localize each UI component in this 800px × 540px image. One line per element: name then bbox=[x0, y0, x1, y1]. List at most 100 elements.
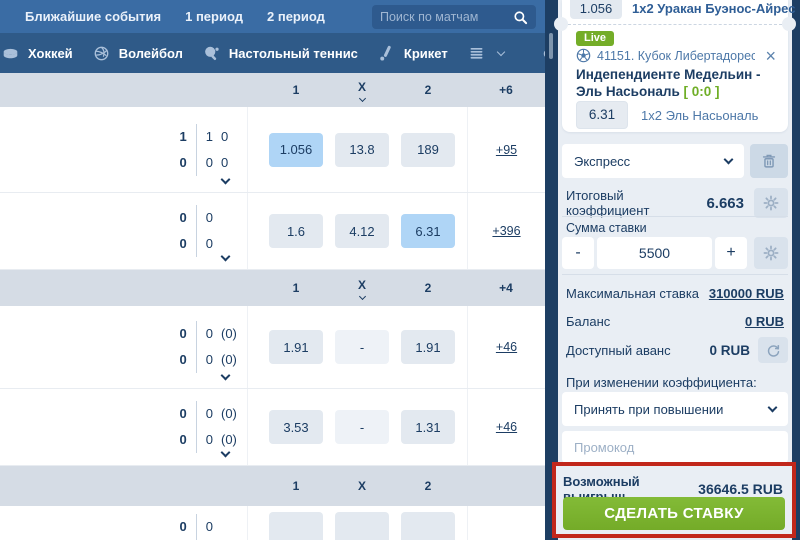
chevron-down-icon bbox=[358, 292, 365, 299]
odds-button-x[interactable]: - bbox=[335, 410, 389, 444]
ticket-perforation bbox=[568, 24, 782, 25]
col-more-header: +6 bbox=[467, 83, 545, 97]
odds-button-1[interactable]: 1.056 bbox=[269, 133, 323, 167]
odds-header-row: 1 X 2 +4 bbox=[0, 270, 545, 306]
more-sports-menu[interactable] bbox=[468, 45, 504, 62]
advance-label: Доступный аванс bbox=[566, 343, 701, 358]
odds-button-2[interactable]: 1.31 bbox=[401, 410, 455, 444]
col-more-header: +4 bbox=[467, 281, 545, 295]
tab-upcoming-events[interactable]: Ближайшие события bbox=[25, 9, 161, 24]
sport-label: Волейбол bbox=[119, 46, 183, 61]
search-input[interactable] bbox=[380, 10, 513, 24]
ticket-notch bbox=[782, 17, 796, 31]
selection-odds: 6.31 bbox=[576, 101, 628, 129]
divider bbox=[562, 216, 788, 217]
col-x-header[interactable]: X bbox=[329, 80, 395, 101]
max-stake-label: Максимальная ставка bbox=[566, 286, 709, 301]
stake-increase-button[interactable]: + bbox=[715, 237, 747, 269]
volleyball-icon bbox=[93, 45, 110, 62]
event-teams: Индепендиенте Медельин - Эль Насьональ [… bbox=[576, 66, 776, 100]
sport-label: Крикет bbox=[404, 46, 448, 61]
sport-volleyball[interactable]: Волейбол bbox=[93, 45, 183, 62]
expand-row-icon[interactable] bbox=[221, 175, 231, 185]
events-scrollbar[interactable] bbox=[549, 33, 553, 59]
col-x-header: X bbox=[329, 479, 395, 493]
search-icon bbox=[513, 10, 528, 25]
score-block: 00 00 bbox=[0, 193, 248, 269]
stake-input[interactable] bbox=[597, 237, 712, 269]
odds-button-1[interactable]: 3.53 bbox=[269, 410, 323, 444]
gear-icon bbox=[763, 195, 779, 211]
close-icon[interactable]: × bbox=[761, 49, 780, 63]
hockey-icon bbox=[2, 45, 19, 62]
betslip-panel: 1.056 1x2 Уракан Буэнос-Айрес Live 41151… bbox=[558, 0, 792, 540]
selection-label: 1x2 Эль Насьональ bbox=[641, 108, 758, 123]
score-block: 00(0) 00(0) bbox=[0, 389, 248, 465]
balance-label: Баланс bbox=[566, 314, 745, 329]
clear-betslip-button[interactable] bbox=[750, 144, 788, 178]
total-coefficient-label: Итоговый коэффициент bbox=[566, 188, 706, 218]
sport-label: Хоккей bbox=[28, 46, 73, 61]
sport-table-tennis[interactable]: Настольный теннис bbox=[203, 45, 358, 62]
odds-button-x[interactable]: - bbox=[335, 330, 389, 364]
odds-button-2[interactable]: 189 bbox=[401, 133, 455, 167]
coef-change-select[interactable]: Принять при повышении bbox=[562, 392, 788, 426]
refresh-icon bbox=[766, 343, 781, 358]
odds-button-1[interactable]: 1.6 bbox=[269, 214, 323, 248]
more-markets-link[interactable]: +46 bbox=[496, 420, 517, 434]
betslip-card: 1.056 1x2 Уракан Буэнос-Айрес Live 41151… bbox=[562, 0, 788, 132]
chevron-down-icon bbox=[724, 155, 734, 165]
more-markets-link[interactable]: +396 bbox=[492, 224, 520, 238]
event-row: 110 000 1.056 13.8 189 +95 bbox=[0, 107, 545, 193]
match-search[interactable] bbox=[372, 5, 536, 29]
odds-button-2[interactable]: 1.91 bbox=[401, 330, 455, 364]
odds-header-row: 1 X 2 +6 bbox=[0, 73, 545, 107]
soccer-ball-icon bbox=[576, 48, 591, 63]
place-bet-button[interactable]: СДЕЛАТЬ СТАВКУ bbox=[563, 497, 785, 530]
cricket-icon bbox=[378, 45, 395, 62]
max-stake-link[interactable]: 310000 RUB bbox=[709, 286, 784, 301]
odds-button-x[interactable]: 4.12 bbox=[335, 214, 389, 248]
previous-bet-odds: 1.056 bbox=[570, 0, 622, 19]
odds-button-x[interactable] bbox=[335, 512, 389, 540]
divider bbox=[562, 274, 788, 275]
odds-button-2[interactable] bbox=[401, 512, 455, 540]
table-tennis-icon bbox=[203, 45, 220, 62]
stake-settings-button[interactable] bbox=[754, 237, 788, 269]
promo-code-input[interactable] bbox=[562, 431, 788, 463]
ticket-notch bbox=[554, 17, 568, 31]
col-2-header: 2 bbox=[395, 281, 461, 295]
balance-row: Баланс 0 RUB bbox=[566, 314, 784, 329]
possible-win-highlight: Возможный выигрыш 36646.5 RUB СДЕЛАТЬ СТ… bbox=[552, 462, 796, 538]
refresh-advance-button[interactable] bbox=[758, 337, 788, 363]
stake-decrease-button[interactable]: - bbox=[562, 237, 594, 269]
sports-nav-bar: Хоккей Волейбол Настольный теннис Крикет bbox=[0, 33, 545, 73]
event-row: 00 00 1.6 4.12 6.31 +396 bbox=[0, 193, 545, 270]
col-x-header[interactable]: X bbox=[329, 278, 395, 299]
odds-button-1[interactable]: 1.91 bbox=[269, 330, 323, 364]
odds-button-2[interactable]: 6.31 bbox=[401, 214, 455, 248]
coefficient-settings-button[interactable] bbox=[754, 188, 788, 218]
bet-type-row: Экспресс bbox=[562, 144, 788, 178]
sport-label: Настольный теннис bbox=[229, 46, 358, 61]
tab-period-2[interactable]: 2 период bbox=[267, 9, 325, 24]
event-row: 00(0) 00(0) 3.53 - 1.31 +46 bbox=[0, 389, 545, 466]
sport-cricket[interactable]: Крикет bbox=[378, 45, 448, 62]
gear-icon bbox=[763, 245, 779, 261]
total-coefficient-value: 6.663 bbox=[706, 195, 744, 212]
odds-button-1[interactable] bbox=[269, 512, 323, 540]
bet-type-select[interactable]: Экспресс bbox=[562, 144, 744, 178]
odds-button-x[interactable]: 13.8 bbox=[335, 133, 389, 167]
top-menu-bar: Ближайшие события 1 период 2 период bbox=[0, 0, 545, 33]
more-markets-link[interactable]: +95 bbox=[496, 143, 517, 157]
sport-hockey[interactable]: Хоккей bbox=[2, 45, 73, 62]
event-league-row: 41151. Кубок Либертадорес × bbox=[576, 48, 780, 63]
col-1-header: 1 bbox=[263, 281, 329, 295]
balance-link[interactable]: 0 RUB bbox=[745, 314, 784, 329]
more-markets-link[interactable]: +46 bbox=[496, 340, 517, 354]
score-block: 110 000 bbox=[0, 107, 248, 192]
event-row: 00 bbox=[0, 506, 545, 540]
total-coefficient-row: Итоговый коэффициент 6.663 bbox=[566, 188, 788, 218]
tab-period-1[interactable]: 1 период bbox=[185, 9, 243, 24]
possible-win-value: 36646.5 RUB bbox=[698, 481, 783, 497]
